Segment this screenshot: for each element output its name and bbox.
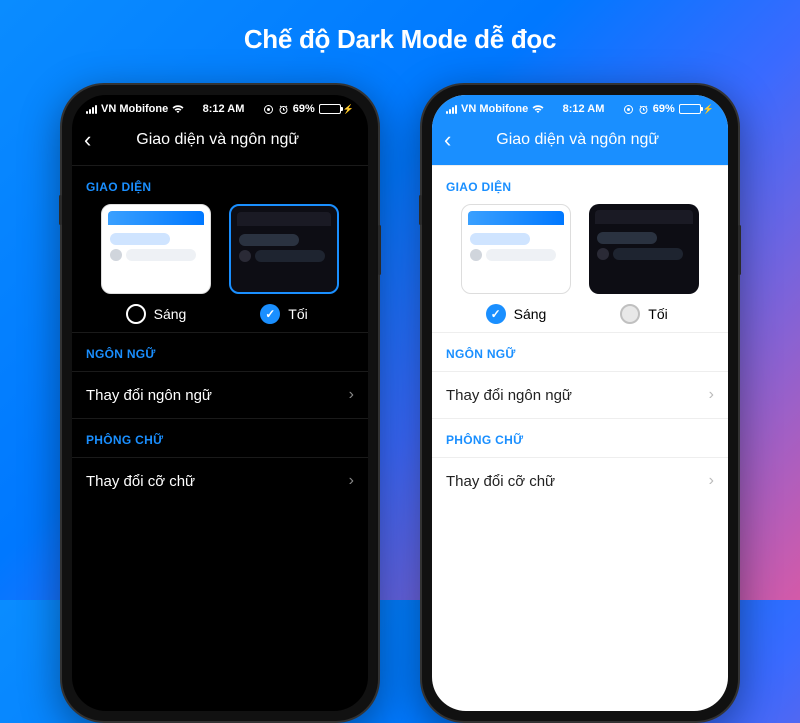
nav-title: Giao diện và ngôn ngữ — [439, 131, 716, 149]
theme-option-light[interactable]: Sáng — [101, 204, 211, 324]
radio-dark[interactable] — [620, 304, 640, 324]
check-icon: ✓ — [491, 307, 501, 321]
menu-change-language[interactable]: Thay đổi ngôn ngữ › — [72, 371, 368, 418]
charging-icon: ⚡ — [703, 104, 714, 115]
phone-frame-dark: VN Mobifone 8:12 AM 69% — [60, 83, 380, 723]
theme-preview-light — [461, 204, 571, 294]
nav-title: Giao diện và ngôn ngữ — [79, 131, 356, 149]
radio-dark-checked[interactable]: ✓ — [260, 304, 280, 324]
menu-change-font-size[interactable]: Thay đổi cỡ chữ › — [432, 457, 728, 504]
chevron-right-icon: › — [709, 386, 714, 404]
phone-frame-light: VN Mobifone 8:12 AM 69% — [420, 83, 740, 723]
theme-light-label: Sáng — [514, 306, 547, 322]
section-language: NGÔN NGỮ — [72, 332, 368, 371]
status-right: 69% ⚡ — [623, 103, 714, 115]
theme-preview-dark — [229, 204, 339, 294]
menu-label: Thay đổi cỡ chữ — [446, 473, 555, 490]
theme-dark-label: Tối — [648, 306, 667, 322]
radio-light-checked[interactable]: ✓ — [486, 304, 506, 324]
theme-option-light[interactable]: ✓ Sáng — [461, 204, 571, 324]
theme-option-dark[interactable]: Tối — [589, 204, 699, 324]
theme-light-label: Sáng — [154, 306, 187, 322]
section-appearance: GIAO DIỆN — [72, 165, 368, 204]
status-left: VN Mobifone — [446, 103, 544, 115]
battery-icon: ⚡ — [679, 104, 714, 115]
alarm-icon — [638, 104, 649, 115]
charging-icon: ⚡ — [343, 104, 354, 115]
menu-change-font-size[interactable]: Thay đổi cỡ chữ › — [72, 457, 368, 504]
section-font: PHÔNG CHỮ — [432, 418, 728, 457]
chevron-right-icon: › — [349, 386, 354, 404]
location-icon — [263, 104, 274, 115]
alarm-icon — [278, 104, 289, 115]
wifi-icon — [172, 104, 184, 114]
signal-icon — [446, 105, 457, 114]
menu-label: Thay đổi ngôn ngữ — [86, 387, 212, 404]
screen-light: VN Mobifone 8:12 AM 69% — [432, 95, 728, 711]
check-icon: ✓ — [265, 307, 275, 321]
status-left: VN Mobifone — [86, 103, 184, 115]
status-bar: VN Mobifone 8:12 AM 69% — [432, 95, 728, 119]
theme-option-dark[interactable]: ✓ Tối — [229, 204, 339, 324]
location-icon — [623, 104, 634, 115]
section-language: NGÔN NGỮ — [432, 332, 728, 371]
nav-header: ‹ Giao diện và ngôn ngữ — [432, 119, 728, 165]
phone-mockup-row: VN Mobifone 8:12 AM 69% — [0, 83, 800, 723]
theme-selector: ✓ Sáng Tối — [432, 204, 728, 332]
menu-change-language[interactable]: Thay đổi ngôn ngữ › — [432, 371, 728, 418]
radio-light[interactable] — [126, 304, 146, 324]
clock: 8:12 AM — [203, 103, 245, 115]
battery-pct: 69% — [293, 103, 315, 115]
theme-dark-label: Tối — [288, 306, 307, 322]
menu-label: Thay đổi cỡ chữ — [86, 473, 195, 490]
signal-icon — [86, 105, 97, 114]
section-font: PHÔNG CHỮ — [72, 418, 368, 457]
battery-pct: 69% — [653, 103, 675, 115]
carrier-label: VN Mobifone — [101, 103, 168, 115]
status-right: 69% ⚡ — [263, 103, 354, 115]
screen-dark: VN Mobifone 8:12 AM 69% — [72, 95, 368, 711]
menu-label: Thay đổi ngôn ngữ — [446, 387, 572, 404]
carrier-label: VN Mobifone — [461, 103, 528, 115]
clock: 8:12 AM — [563, 103, 605, 115]
battery-icon: ⚡ — [319, 104, 354, 115]
status-bar: VN Mobifone 8:12 AM 69% — [72, 95, 368, 119]
chevron-right-icon: › — [349, 472, 354, 490]
theme-preview-dark — [589, 204, 699, 294]
theme-selector: Sáng ✓ Tối — [72, 204, 368, 332]
nav-header: ‹ Giao diện và ngôn ngữ — [72, 119, 368, 165]
chevron-right-icon: › — [709, 472, 714, 490]
wifi-icon — [532, 104, 544, 114]
theme-preview-light — [101, 204, 211, 294]
section-appearance: GIAO DIỆN — [432, 165, 728, 204]
page-headline: Chế độ Dark Mode dễ đọc — [0, 0, 800, 55]
